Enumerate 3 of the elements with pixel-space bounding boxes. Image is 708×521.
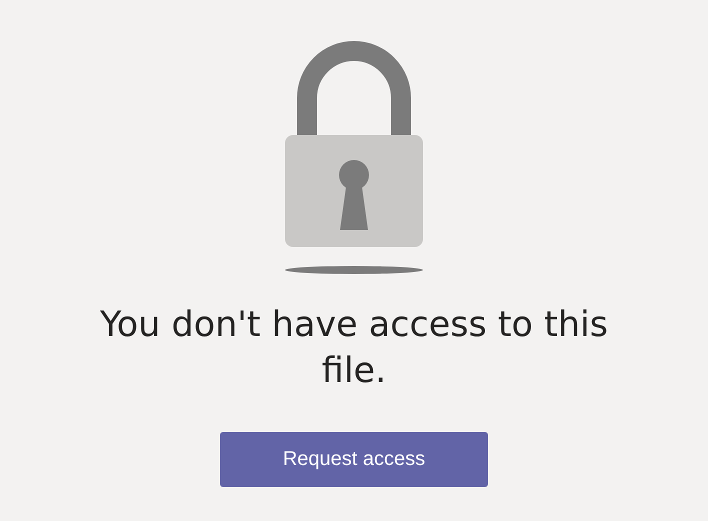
padlock-icon — [283, 40, 425, 276]
request-access-button[interactable]: Request access — [220, 432, 488, 487]
access-denied-message: You don't have access to this file. — [99, 304, 609, 393]
